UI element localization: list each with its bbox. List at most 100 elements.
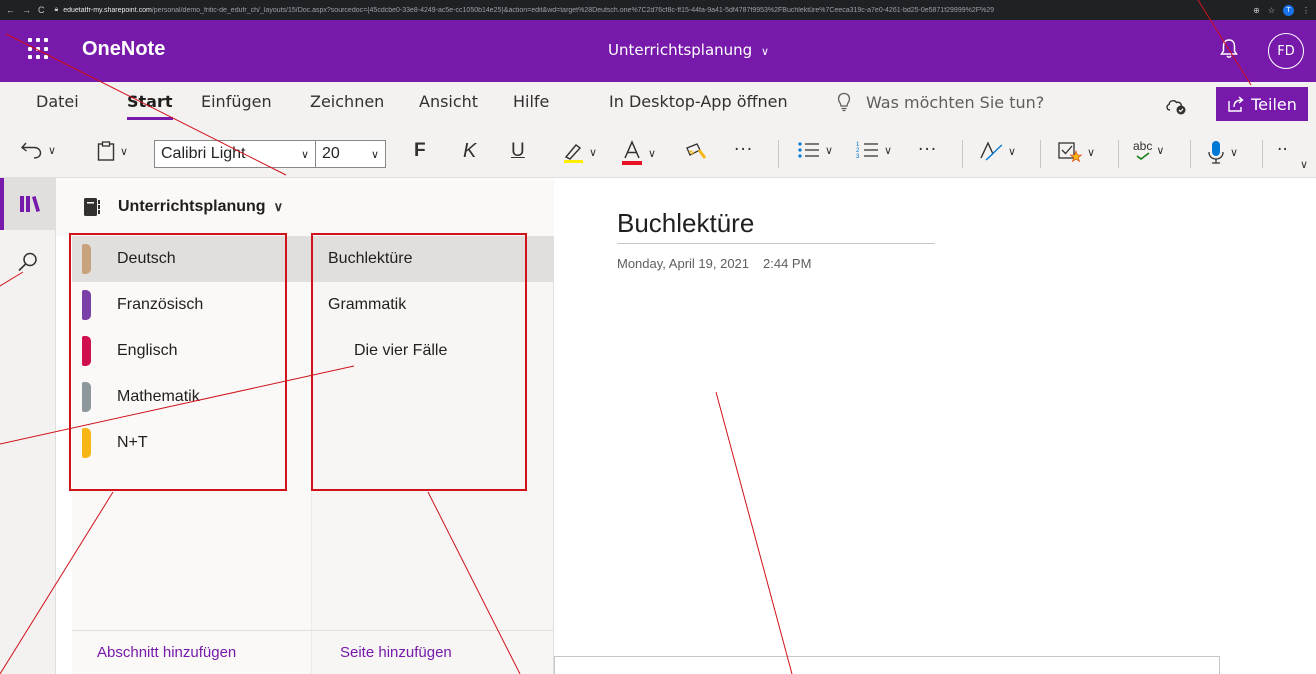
font-name-value: Calibri Light xyxy=(161,145,246,162)
format-painter-button[interactable] xyxy=(684,140,708,162)
font-size-value: 20 xyxy=(322,145,340,162)
url-host: eduetatfr-my.sharepoint.com xyxy=(63,6,152,14)
section-item-nt[interactable]: N+T xyxy=(72,420,312,466)
share-label: Teilen xyxy=(1251,94,1297,114)
ribbon-separator xyxy=(1118,140,1119,168)
tag-button[interactable]: ∨ xyxy=(1057,140,1095,164)
notebook-title: Unterrichtsplanung xyxy=(608,41,753,59)
page-item-grammatik[interactable]: Grammatik xyxy=(312,282,554,328)
section-label: Mathematik xyxy=(117,388,200,405)
address-bar[interactable]: eduetatfr-my.sharepoint.com/personal/dem… xyxy=(63,7,1063,14)
chevron-down-icon: ∨ xyxy=(273,199,284,214)
share-button[interactable]: Teilen xyxy=(1216,87,1308,121)
app-launcher-icon[interactable] xyxy=(28,38,50,60)
tell-me-search[interactable]: Was möchten Sie tun? xyxy=(836,92,1044,112)
tab-start[interactable]: Start xyxy=(127,92,173,120)
sync-status-cloud-icon[interactable] xyxy=(1164,94,1188,116)
section-item-englisch[interactable]: Englisch xyxy=(72,328,312,374)
undo-button[interactable]: ∨ xyxy=(20,140,56,160)
section-color-tab xyxy=(82,336,91,366)
page-title[interactable]: Buchlektüre xyxy=(617,208,935,244)
spelling-button[interactable]: abc ∨ xyxy=(1133,140,1164,160)
share-icon xyxy=(1228,96,1244,112)
font-color-button[interactable]: ∨ xyxy=(620,140,656,166)
notebooks-button[interactable] xyxy=(0,178,56,230)
section-list: Deutsch Französisch Englisch Mathematik … xyxy=(72,236,312,674)
page-time: 2:44 PM xyxy=(763,256,812,271)
add-page-button[interactable]: Seite hinzufügen xyxy=(312,630,554,674)
chevron-down-icon: ∨ xyxy=(589,145,598,159)
numbered-list-button[interactable]: 123 ∨ xyxy=(856,140,892,160)
chevron-down-icon: ∨ xyxy=(1087,145,1096,159)
font-name-select[interactable]: Calibri Light ∨ xyxy=(154,140,316,168)
lightbulb-icon xyxy=(837,92,851,112)
ribbon-separator xyxy=(962,140,963,168)
back-icon[interactable]: ← xyxy=(6,5,15,15)
page-item-buchlektuere[interactable]: Buchlektüre xyxy=(312,236,554,282)
chevron-down-icon: ∨ xyxy=(48,143,57,157)
highlight-button[interactable]: ∨ xyxy=(561,140,597,164)
bold-button[interactable]: F xyxy=(414,140,426,162)
chevron-down-icon: ∨ xyxy=(884,143,893,157)
user-avatar[interactable]: FD xyxy=(1268,33,1304,69)
section-color-tab xyxy=(82,244,91,274)
reload-icon[interactable]: C xyxy=(38,5,45,15)
expand-ribbon-button[interactable]: ∨ xyxy=(1296,158,1308,171)
clipboard-icon xyxy=(97,141,115,161)
zoom-icon[interactable]: ⊕ xyxy=(1253,6,1260,15)
more-paragraph-options-button[interactable]: ··· xyxy=(918,140,937,160)
tab-zeichnen[interactable]: Zeichnen xyxy=(310,92,384,111)
section-color-tab xyxy=(82,428,91,458)
note-container[interactable] xyxy=(554,656,1220,674)
section-item-deutsch[interactable]: Deutsch xyxy=(72,236,312,282)
section-item-franzoesisch[interactable]: Französisch xyxy=(72,282,312,328)
font-color-icon xyxy=(622,140,642,165)
underline-button[interactable]: U xyxy=(511,140,525,162)
tab-hilfe[interactable]: Hilfe xyxy=(513,92,549,111)
bell-icon[interactable] xyxy=(1219,38,1239,60)
app-name[interactable]: OneNote xyxy=(82,38,165,61)
notebook-selector[interactable]: Unterrichtsplanung ∨ xyxy=(56,178,554,236)
ribbon-separator xyxy=(1262,140,1263,168)
undo-icon xyxy=(20,142,42,159)
chevron-down-icon: ∨ xyxy=(370,148,379,161)
italic-button[interactable]: K xyxy=(463,140,476,163)
dictate-button[interactable]: ∨ xyxy=(1206,140,1238,164)
browser-menu-icon[interactable]: ⋮ xyxy=(1302,6,1310,15)
search-button[interactable] xyxy=(0,242,56,282)
browser-profile-avatar[interactable]: T xyxy=(1283,4,1294,16)
tell-me-placeholder: Was möchten Sie tun? xyxy=(866,92,1045,112)
notebook-name: Unterrichtsplanung xyxy=(118,198,266,215)
chevron-down-icon: ∨ xyxy=(1230,145,1239,159)
styles-button[interactable]: ∨ xyxy=(978,140,1016,162)
page-canvas[interactable]: Buchlektüre Monday, April 19, 2021 2:44 P… xyxy=(554,178,1316,674)
format-painter-icon xyxy=(686,143,707,159)
numbered-list-icon: 123 xyxy=(856,142,878,160)
app-header: OneNote Unterrichtsplanung ∨ FD xyxy=(0,20,1316,82)
section-label: Deutsch xyxy=(117,250,176,267)
font-size-select[interactable]: 20 ∨ xyxy=(316,140,386,168)
open-in-desktop-app[interactable]: In Desktop-App öffnen xyxy=(609,92,788,111)
add-section-button[interactable]: Abschnitt hinzufügen xyxy=(72,630,312,674)
tab-ansicht[interactable]: Ansicht xyxy=(419,92,478,111)
forward-icon[interactable]: → xyxy=(22,5,31,15)
bullet-list-button[interactable]: ∨ xyxy=(797,140,833,160)
section-color-tab xyxy=(82,290,91,320)
section-color-tab xyxy=(82,382,91,412)
chevron-down-icon: ∨ xyxy=(300,148,309,161)
bookmark-star-icon[interactable]: ☆ xyxy=(1268,6,1275,15)
ribbon-overflow-button[interactable]: ·· xyxy=(1277,140,1288,160)
more-font-options-button[interactable]: ··· xyxy=(734,140,753,160)
ribbon-separator xyxy=(778,140,779,168)
tab-datei[interactable]: Datei xyxy=(36,92,79,111)
section-item-mathematik[interactable]: Mathematik xyxy=(72,374,312,420)
chevron-down-icon: ∨ xyxy=(648,146,657,160)
page-list: Buchlektüre Grammatik Die vier Fälle Sei… xyxy=(312,236,554,674)
ribbon-separator xyxy=(1040,140,1041,168)
tab-einfuegen[interactable]: Einfügen xyxy=(201,92,272,111)
spelling-label: abc xyxy=(1133,139,1153,153)
subpage-item-die-vier-faelle[interactable]: Die vier Fälle xyxy=(312,328,554,374)
svg-text:3: 3 xyxy=(856,154,860,160)
paste-button[interactable]: ∨ xyxy=(96,140,128,162)
notebook-title-dropdown[interactable]: Unterrichtsplanung ∨ xyxy=(608,41,769,59)
